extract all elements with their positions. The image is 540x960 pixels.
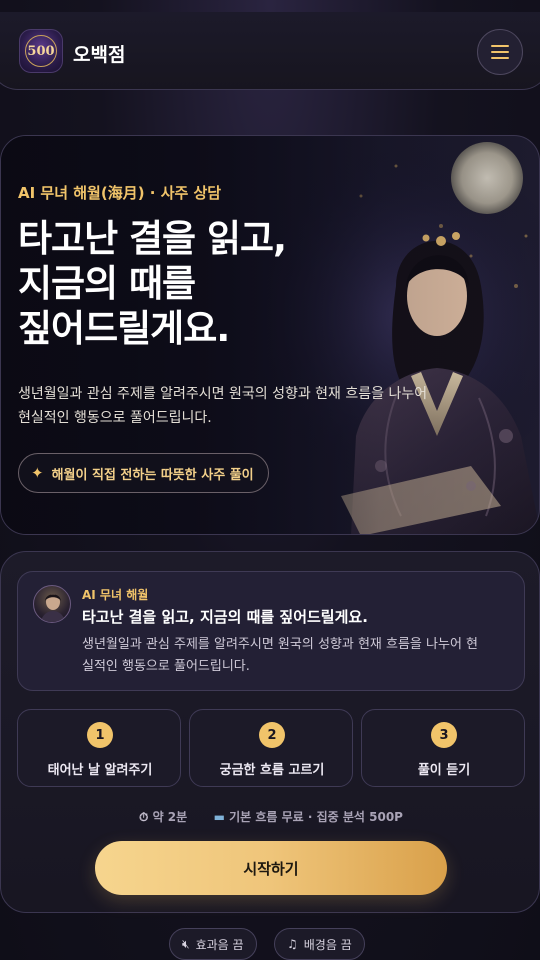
message-sender: AI 무녀 해월 bbox=[82, 588, 149, 602]
app-header: 500 오백점 bbox=[0, 12, 540, 90]
sfx-toggle-label: 효과음 끔 bbox=[195, 937, 244, 952]
session-price: 기본 흐름 무료 · 집중 분석 500P bbox=[229, 810, 403, 824]
session-meta: ⏱ 약 2분 ▬ 기본 흐름 무료 · 집중 분석 500P bbox=[1, 808, 540, 825]
step-card: 2 궁금한 흐름 고르기 bbox=[189, 709, 353, 787]
step-label: 태어난 날 알려주기 bbox=[47, 763, 153, 778]
logo[interactable]: 500 bbox=[19, 29, 63, 73]
step-label: 풀이 듣기 bbox=[417, 763, 471, 778]
step-number: 1 bbox=[87, 722, 113, 748]
stopwatch-icon: ⏱ bbox=[139, 810, 149, 824]
hero-title: 타고난 결을 읽고, 지금의 때를 짚어드릴게요. bbox=[18, 216, 418, 351]
step-card: 3 풀이 듣기 bbox=[361, 709, 525, 787]
hero-eyebrow: AI 무녀 해월(海月) · 사주 상담 bbox=[18, 184, 222, 202]
sparkle-icon: ✦ bbox=[31, 464, 44, 482]
card-icon: ▬ bbox=[213, 810, 225, 824]
logo-mark: 500 bbox=[25, 35, 57, 67]
sfx-toggle[interactable]: 🔇︎ 효과음 끔 bbox=[169, 928, 257, 960]
avatar bbox=[33, 585, 71, 623]
speaker-muted-icon: 🔇︎ bbox=[182, 936, 190, 951]
greeting-message: AI 무녀 해월 타고난 결을 읽고, 지금의 때를 짚어드릴게요. 생년월일과… bbox=[17, 571, 525, 691]
menu-button[interactable] bbox=[477, 29, 523, 75]
steps-list: 1 태어난 날 알려주기 2 궁금한 흐름 고르기 3 풀이 듣기 bbox=[17, 709, 525, 787]
step-card: 1 태어난 날 알려주기 bbox=[17, 709, 181, 787]
message-body-line: 실적인 행동으로 풀어드립니다. bbox=[82, 659, 250, 674]
hero-title-line: 타고난 결을 읽고, bbox=[18, 217, 287, 260]
step-label: 궁금한 흐름 고르기 bbox=[219, 763, 325, 778]
music-note-icon: ♫ bbox=[287, 937, 298, 951]
step-number: 3 bbox=[431, 722, 457, 748]
message-title: 타고난 결을 읽고, 지금의 때를 짚어드릴게요. bbox=[82, 608, 368, 626]
hero-description-line: 현실적인 행동으로 풀어드립니다. bbox=[18, 410, 212, 426]
sound-toggles: 🔇︎ 효과음 끔 ♫ 배경음 끔 bbox=[0, 928, 540, 960]
session-time: 약 2분 bbox=[152, 810, 188, 824]
hero-description: 생년월일과 관심 주제를 알려주시면 원국의 성향과 현재 흐름을 나누어 현실… bbox=[18, 382, 488, 430]
hamburger-menu-icon bbox=[491, 45, 509, 47]
hero-description-line: 생년월일과 관심 주제를 알려주시면 원국의 성향과 현재 흐름을 나누어 bbox=[18, 386, 428, 402]
brand-name: 오백점 bbox=[73, 44, 126, 66]
start-button[interactable]: 시작하기 bbox=[95, 841, 447, 895]
avatar-portrait-icon bbox=[40, 594, 66, 622]
message-body-line: 생년월일과 관심 주제를 알려주시면 원국의 성향과 현재 흐름을 나누어 현 bbox=[82, 637, 478, 652]
message-body: 생년월일과 관심 주제를 알려주시면 원국의 성향과 현재 흐름을 나누어 현 … bbox=[82, 634, 514, 678]
step-number: 2 bbox=[259, 722, 285, 748]
hero-chip-label: 해월이 직접 전하는 따뜻한 사주 풀이 bbox=[51, 467, 254, 483]
hero-card: AI 무녀 해월(海月) · 사주 상담 타고난 결을 읽고, 지금의 때를 짚… bbox=[0, 135, 540, 535]
bgm-toggle-label: 배경음 끔 bbox=[303, 937, 352, 952]
consultation-panel: AI 무녀 해월 타고난 결을 읽고, 지금의 때를 짚어드릴게요. 생년월일과… bbox=[0, 551, 540, 913]
bgm-toggle[interactable]: ♫ 배경음 끔 bbox=[274, 928, 365, 960]
hero-chip[interactable]: ✦ 해월이 직접 전하는 따뜻한 사주 풀이 bbox=[18, 453, 269, 493]
hero-title-line: 짚어드릴게요. bbox=[18, 307, 230, 350]
hero-title-line: 지금의 때를 bbox=[18, 262, 196, 305]
